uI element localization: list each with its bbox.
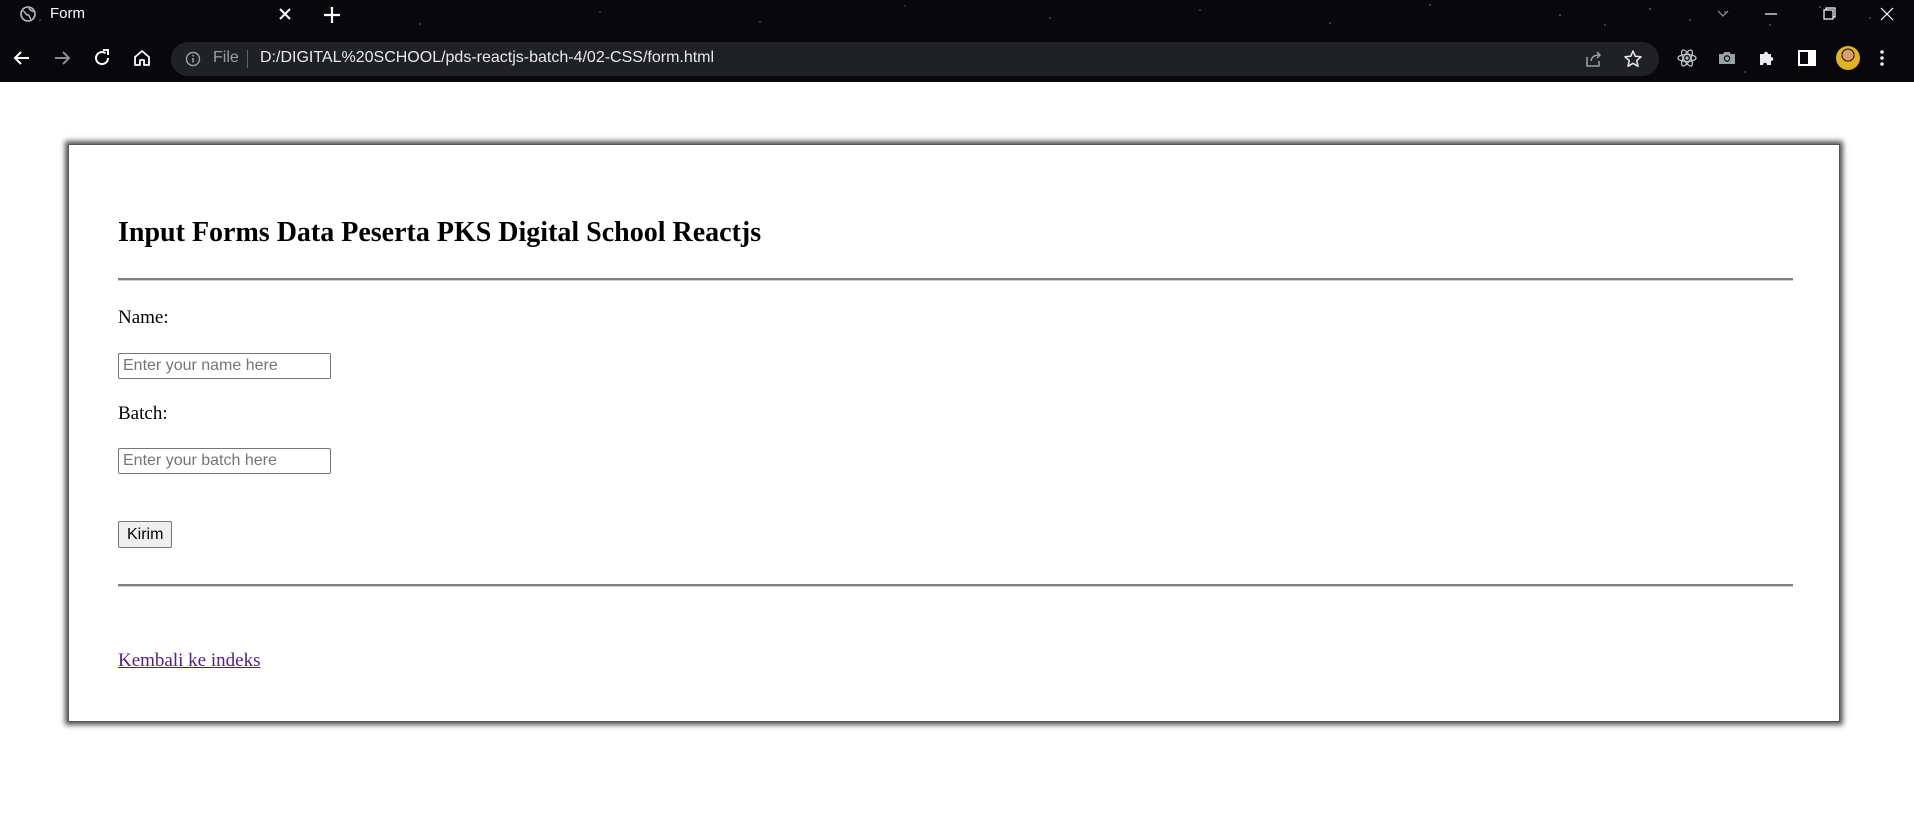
bottom-divider xyxy=(118,584,1793,587)
minimize-button[interactable] xyxy=(1748,0,1794,28)
url-text[interactable]: D:/DIGITAL%20SCHOOL/pds-reactjs-batch-4/… xyxy=(260,49,714,67)
info-icon[interactable] xyxy=(185,51,201,67)
close-window-icon xyxy=(1880,7,1894,21)
star-icon[interactable] xyxy=(1623,49,1643,69)
globe-icon xyxy=(20,6,36,22)
home-icon xyxy=(134,50,150,66)
reload-icon xyxy=(95,49,110,66)
minimize-icon xyxy=(1765,13,1777,15)
puzzle-icon[interactable] xyxy=(1756,47,1778,69)
top-divider xyxy=(118,278,1793,281)
form-card: Input Forms Data Peserta PKS Digital Sch… xyxy=(68,144,1840,722)
camera-icon[interactable] xyxy=(1716,47,1738,69)
share-icon[interactable] xyxy=(1585,50,1603,68)
close-window-button[interactable] xyxy=(1864,0,1910,28)
back-button[interactable] xyxy=(8,44,36,72)
browser-tab[interactable]: Form xyxy=(0,0,302,28)
close-icon[interactable] xyxy=(274,3,296,25)
address-bar[interactable]: File D:/DIGITAL%20SCHOOL/pds-reactjs-bat… xyxy=(171,42,1659,76)
restore-icon xyxy=(1823,7,1836,20)
reload-button[interactable] xyxy=(88,44,116,72)
batch-label: Batch: xyxy=(118,403,168,424)
tab-title: Form xyxy=(50,5,85,22)
home-button[interactable] xyxy=(128,44,156,72)
page-title: Input Forms Data Peserta PKS Digital Sch… xyxy=(118,217,762,248)
restore-button[interactable] xyxy=(1806,0,1852,28)
side-panel-icon[interactable] xyxy=(1796,47,1818,69)
kebab-menu-icon[interactable] xyxy=(1878,48,1886,68)
submit-button[interactable]: Kirim xyxy=(118,521,173,548)
omnibox-scheme-label: File xyxy=(213,49,239,66)
forward-button[interactable] xyxy=(48,44,76,72)
forward-arrow-icon xyxy=(55,51,71,65)
browser-chrome: Form File D:/DIGITAL%20SCHOOL/pds-reactj… xyxy=(0,0,1914,82)
omnibox-separator xyxy=(247,50,248,68)
tab-search-button[interactable] xyxy=(1700,0,1746,28)
batch-input[interactable] xyxy=(118,448,331,474)
react-devtools-icon[interactable] xyxy=(1676,47,1698,69)
back-to-index-link[interactable]: Kembali ke indeks xyxy=(118,650,260,672)
plus-icon[interactable] xyxy=(320,3,344,27)
chevron-down-icon xyxy=(1717,10,1729,17)
name-input[interactable] xyxy=(118,353,331,379)
avatar[interactable] xyxy=(1836,46,1860,70)
back-arrow-icon xyxy=(13,51,29,65)
name-label: Name: xyxy=(118,307,169,328)
